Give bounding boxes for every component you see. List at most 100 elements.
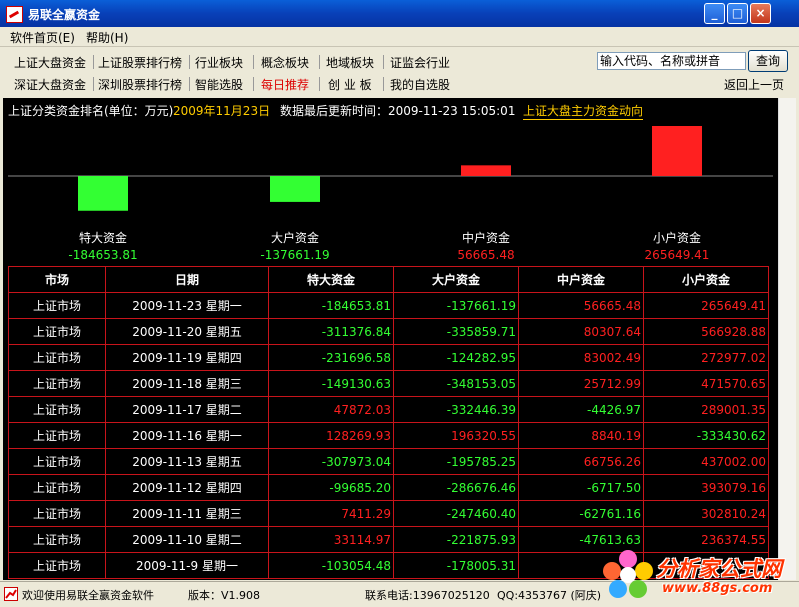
cell-date: 2009-11-23 星期一 (105, 292, 269, 319)
cell-small: 393079.16 (643, 474, 769, 501)
cell-market: 上证市场 (8, 396, 106, 423)
search-button[interactable]: 查询 (748, 50, 788, 72)
bar-label-medium: 中户资金 (461, 231, 510, 245)
menu-bar: 软件首页(E) 帮助(H) (0, 27, 799, 47)
table-row[interactable]: 上证市场 2009-11-19 星期四 -231696.58 -124282.95 83… (8, 344, 769, 371)
bar-label-small: 小户资金 (652, 231, 701, 245)
table-row[interactable]: 上证市场 2009-11-17 星期二 47872.03 -332446.39 -442… (8, 396, 769, 423)
chart-bar-0 (78, 176, 128, 211)
cell-super: -307973.04 (268, 448, 394, 475)
nav-gem-board[interactable]: 创 业 板 (328, 76, 372, 93)
nav-smart-picker[interactable]: 智能选股 (195, 76, 243, 93)
trend-link[interactable]: 上证大盘主力资金动向 (523, 102, 644, 120)
cell-large: -286676.46 (393, 474, 519, 501)
cell-date: 2009-11-16 星期一 (105, 422, 269, 449)
cell-market: 上证市场 (8, 500, 106, 527)
cell-medium: -6717.50 (518, 474, 644, 501)
menu-home[interactable]: 软件首页(E) (10, 29, 75, 46)
cell-super: -149130.63 (268, 370, 394, 397)
cell-small: 566928.88 (643, 318, 769, 345)
nav-sz-market-funds[interactable]: 深证大盘资金 (14, 76, 86, 93)
cell-medium: 8840.19 (518, 422, 644, 449)
phone-text: 联系电话:13967025120 (365, 589, 490, 602)
cell-super: 47872.03 (268, 396, 394, 423)
chart-bar-3 (652, 126, 702, 176)
cell-small: 302810.24 (643, 500, 769, 527)
chart-bar-1 (270, 176, 320, 202)
col-medium-funds[interactable]: 中户资金 (518, 266, 644, 293)
table-row[interactable]: 上证市场 2009-11-18 星期三 -149130.63 -348153.05 25… (8, 370, 769, 397)
bar-value-medium: 56665.48 (457, 248, 515, 262)
nav-separator (93, 55, 94, 69)
cell-large: -335859.71 (393, 318, 519, 345)
cell-date: 2009-11-17 星期二 (105, 396, 269, 423)
title-bar: 易联全嬴资金 _ □ × (0, 0, 799, 27)
bar-label-large: 大户资金 (270, 231, 319, 245)
menu-help[interactable]: 帮助(H) (86, 29, 128, 46)
watermark-url: www.88gs.com (662, 581, 773, 596)
cell-date: 2009-11-18 星期三 (105, 370, 269, 397)
cell-medium: -62761.16 (518, 500, 644, 527)
cell-medium: 66756.26 (518, 448, 644, 475)
cell-super: -311376.84 (268, 318, 394, 345)
table-row[interactable]: 上证市场 2009-11-13 星期五 -307973.04 -195785.25 66… (8, 448, 769, 475)
main-panel: 上证分类资金排名(单位：万元) 2009年11月23日 数据最后更新时间：200… (3, 98, 778, 580)
cell-super: -231696.58 (268, 344, 394, 371)
close-button[interactable]: × (750, 3, 771, 24)
table-row[interactable]: 上证市场 2009-11-11 星期三 7411.29 -247460.40 -6276… (8, 500, 769, 527)
col-large-funds[interactable]: 大户资金 (393, 266, 519, 293)
nav-separator (93, 77, 94, 91)
nav-separator (319, 55, 320, 69)
cell-date: 2009-11-11 星期三 (105, 500, 269, 527)
cell-small: -333430.62 (643, 422, 769, 449)
cell-date: 2009-11-9 星期一 (105, 552, 269, 579)
col-super-funds[interactable]: 特大资金 (268, 266, 394, 293)
welcome-text: 欢迎使用易联全嬴资金软件 (22, 589, 154, 602)
cell-super: 128269.93 (268, 422, 394, 449)
cell-small: 265649.41 (643, 292, 769, 319)
cell-large: -332446.39 (393, 396, 519, 423)
cell-date: 2009-11-12 星期四 (105, 474, 269, 501)
maximize-button[interactable]: □ (727, 3, 748, 24)
nav-industry-sector[interactable]: 行业板块 (195, 54, 243, 71)
vertical-scrollbar[interactable] (778, 98, 796, 580)
table-row[interactable]: 上证市场 2009-11-12 星期四 -99685.20 -286676.46 -67… (8, 474, 769, 501)
qq-text: QQ:4353767 (阿庆) (497, 589, 602, 602)
bar-value-super: -184653.81 (68, 248, 138, 262)
col-market[interactable]: 市场 (8, 266, 106, 293)
nav-separator (253, 55, 254, 69)
cell-small: 471570.65 (643, 370, 769, 397)
minimize-button[interactable]: _ (704, 3, 725, 24)
nav-sz-stock-ranking[interactable]: 深圳股票排行榜 (98, 76, 182, 93)
app-icon (6, 6, 23, 23)
bar-value-small: 265649.41 (644, 248, 710, 262)
cell-large: -178005.31 (393, 552, 519, 579)
cell-date: 2009-11-20 星期五 (105, 318, 269, 345)
nav-csrc-industry[interactable]: 证监会行业 (390, 54, 450, 71)
cell-super: -103054.48 (268, 552, 394, 579)
table-row[interactable]: 上证市场 2009-11-16 星期一 128269.93 196320.55 8840… (8, 422, 769, 449)
nav-separator (189, 55, 190, 69)
cell-market: 上证市场 (8, 318, 106, 345)
cell-large: -247460.40 (393, 500, 519, 527)
col-small-funds[interactable]: 小户资金 (643, 266, 769, 293)
cell-large: 196320.55 (393, 422, 519, 449)
window-title: 易联全嬴资金 (28, 8, 101, 22)
cell-super: -184653.81 (268, 292, 394, 319)
nav-my-watchlist[interactable]: 我的自选股 (390, 76, 450, 93)
back-link[interactable]: 返回上一页 (724, 76, 784, 93)
col-date[interactable]: 日期 (105, 266, 269, 293)
cell-market: 上证市场 (8, 292, 106, 319)
nav-separator (383, 55, 384, 69)
cell-super: -99685.20 (268, 474, 394, 501)
nav-daily-recommend[interactable]: 每日推荐 (261, 76, 309, 93)
nav-sh-market-funds[interactable]: 上证大盘资金 (14, 54, 86, 71)
table-row[interactable]: 上证市场 2009-11-20 星期五 -311376.84 -335859.71 80… (8, 318, 769, 345)
search-input[interactable]: 输入代码、名称或拼音 (597, 52, 746, 70)
cell-market: 上证市场 (8, 422, 106, 449)
table-row[interactable]: 上证市场 2009-11-23 星期一 -184653.81 -137661.19 56… (8, 292, 769, 319)
version-text: 版本：V1.908 (188, 589, 261, 602)
nav-concept-sector[interactable]: 概念板块 (261, 54, 309, 71)
nav-sh-stock-ranking[interactable]: 上证股票排行榜 (98, 54, 182, 71)
nav-region-sector[interactable]: 地域板块 (326, 54, 374, 71)
